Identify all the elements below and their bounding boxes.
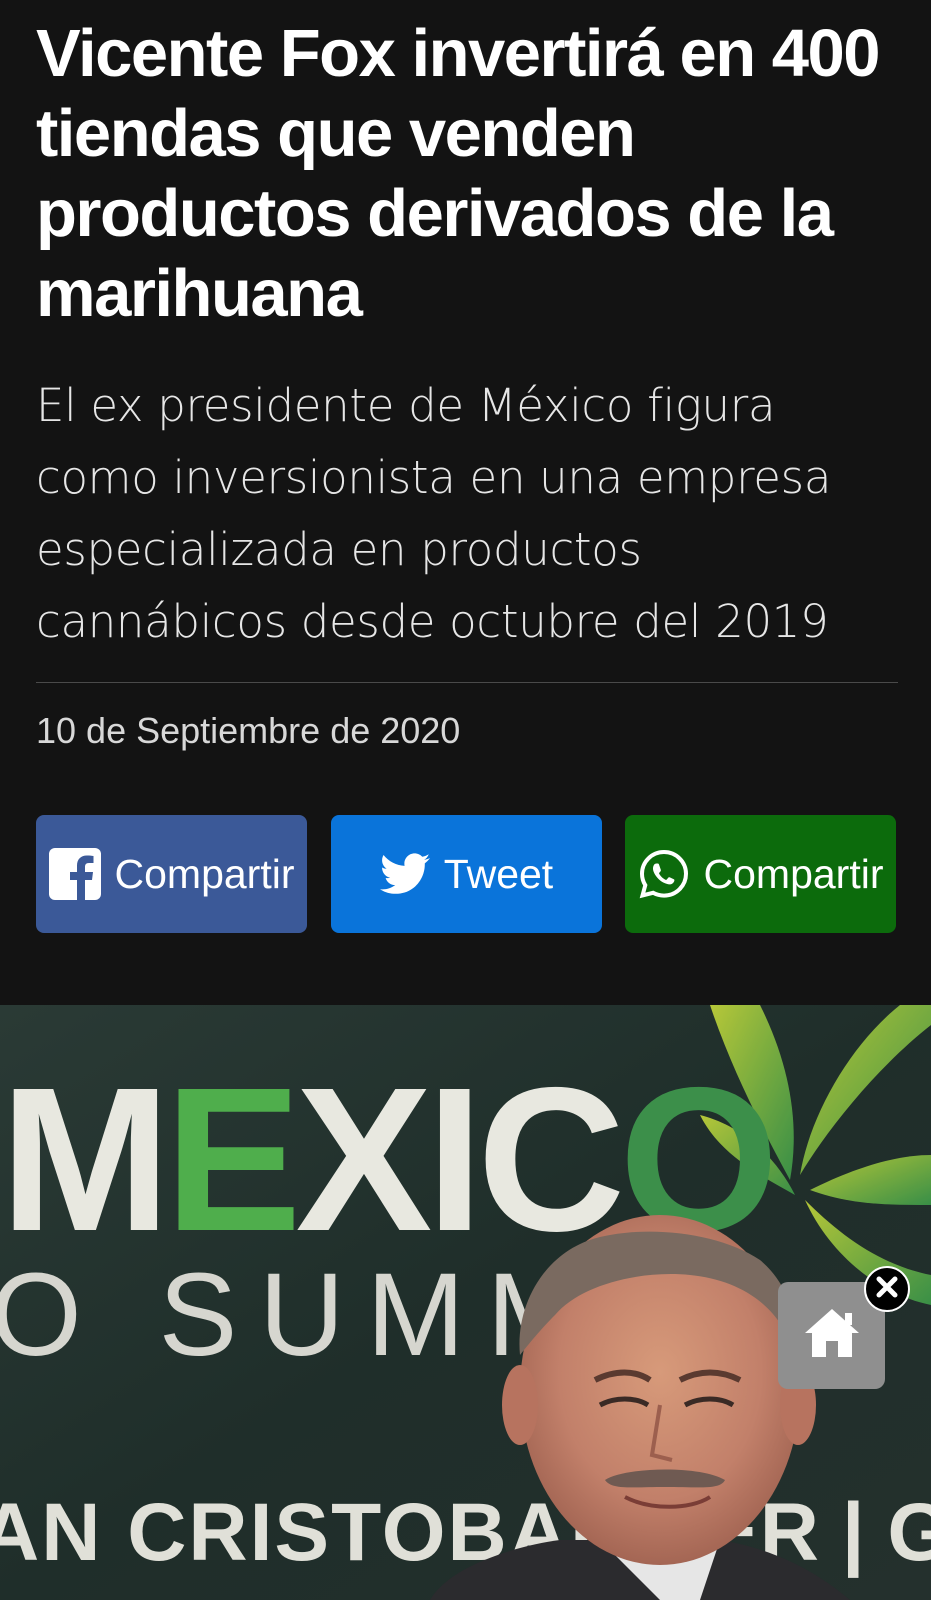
- article-subheadline: El ex presidente de México figura como i…: [36, 379, 832, 648]
- close-icon: [876, 1276, 898, 1303]
- article-header: Vicente Fox invertirá en 400 tiendas que…: [36, 14, 898, 334]
- whatsapp-share-label: Compartir: [703, 850, 884, 897]
- whatsapp-icon: [638, 848, 690, 900]
- article-date: 10 de Septiembre de 2020: [36, 710, 461, 751]
- divider: [36, 682, 898, 683]
- home-icon: [803, 1307, 861, 1364]
- facebook-share-button[interactable]: Compartir: [36, 815, 307, 933]
- facebook-share-label: Compartir: [114, 850, 295, 897]
- close-button[interactable]: [864, 1266, 910, 1312]
- article-headline: Vicente Fox invertirá en 400 tiendas que…: [36, 16, 881, 331]
- facebook-icon: [48, 848, 101, 900]
- twitter-share-label: Tweet: [443, 850, 554, 897]
- whatsapp-share-button[interactable]: Compartir: [625, 815, 896, 933]
- twitter-icon: [379, 853, 430, 895]
- twitter-share-button[interactable]: Tweet: [331, 815, 602, 933]
- share-buttons: Compartir Tweet Compartir: [36, 815, 898, 933]
